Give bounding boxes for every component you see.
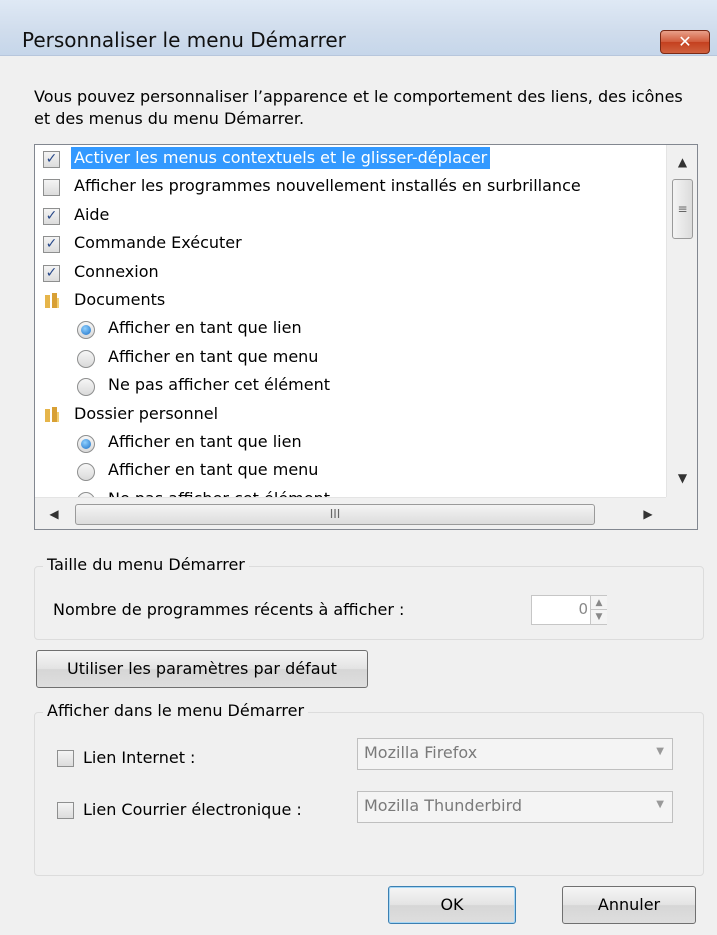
list-item-label: Documents [74,290,166,309]
horizontal-scrollbar[interactable]: ◀ III ▶ [35,497,666,529]
close-button[interactable]: ✕ [660,30,710,54]
folder-icon [45,293,59,308]
option-checkbox[interactable]: ✓ [43,236,60,254]
horizontal-scroll-thumb[interactable]: III [75,504,595,525]
spin-down-icon[interactable]: ▼ [590,610,607,624]
show-group-title: Afficher dans le menu Démarrer [43,701,309,721]
list-item[interactable]: Afficher en tant que lien [35,315,666,343]
show-in-start-group: Afficher dans le menu Démarrer Lien Inte… [34,701,704,876]
size-group-title: Taille du menu Démarrer [43,555,249,575]
close-icon: ✕ [678,32,692,51]
checkmark-icon: ✓ [45,264,58,281]
email-client-select[interactable]: Mozilla Thunderbird ▼ [357,791,673,823]
start-menu-options-list[interactable]: ✓ Activer les menus contextuels et le gli… [34,144,698,530]
option-radio[interactable] [77,463,95,482]
list-item[interactable]: Afficher en tant que lien [35,429,666,457]
option-checkbox[interactable]: ✓ [43,151,60,168]
list-item-label: Commande Exécuter [74,233,242,253]
vertical-scrollbar[interactable]: ▲ ≡ ▼ [666,145,697,497]
list-item-label: Afficher en tant que menu [108,460,319,480]
list-item-label: Afficher en tant que lien [108,318,302,338]
option-radio[interactable] [77,435,95,453]
list-item[interactable]: ✓ Activer les menus contextuels et le gli… [35,145,666,173]
dialog-title: Personnaliser le menu Démarrer [22,28,346,52]
recent-programs-label: Nombre de programmes récents à afficher … [53,600,405,619]
vertical-scroll-thumb[interactable]: ≡ [672,179,693,239]
option-radio[interactable] [77,321,95,340]
radio-dot-icon [81,325,91,336]
list-item[interactable]: ✓ Connexion [35,259,666,287]
cancel-button[interactable]: Annuler [562,886,696,924]
list-item[interactable]: Dossier personnel [35,401,666,429]
scroll-up-icon[interactable]: ▲ [667,149,698,175]
list-item[interactable]: Documents [35,287,666,315]
internet-browser-value: Mozilla Firefox [364,743,478,762]
scrollbar-corner [666,497,697,529]
list-item-label: Afficher les programmes nouvellement ins… [74,176,581,196]
internet-browser-select[interactable]: Mozilla Firefox ▼ [357,738,673,770]
email-client-value: Mozilla Thunderbird [364,796,523,815]
chevron-down-icon: ▼ [656,746,664,757]
list-item-label: Dossier personnel [74,403,219,423]
checkmark-icon: ✓ [45,207,58,224]
use-defaults-button[interactable]: Utiliser les paramètres par défaut [36,650,368,688]
option-checkbox[interactable]: ✓ [43,207,60,225]
email-link-label: Lien Courrier électronique : [83,800,302,819]
scroll-left-icon[interactable]: ◀ [41,498,67,530]
list-item-label: Connexion [74,261,159,281]
title-bar[interactable]: Personnaliser le menu Démarrer ✕ [0,0,717,56]
list-item[interactable]: Ne pas afficher cet élément [35,486,666,497]
list-item-label: Afficher en tant que lien [108,432,302,451]
list-item[interactable]: Afficher en tant que menu [35,457,666,485]
option-radio[interactable] [77,349,95,368]
option-radio[interactable] [77,378,95,397]
dialog-client: Vous pouvez personnaliser l’apparence et… [8,56,709,935]
list-item[interactable]: Afficher en tant que menu [35,344,666,372]
spin-up-icon[interactable]: ▲ [590,596,607,610]
list-item-label: Ne pas afficher cet élément [108,375,330,395]
list-item-label: Activer les menus contextuels et le glis… [71,147,491,169]
list-item-label: Afficher en tant que menu [108,346,319,366]
scroll-down-icon[interactable]: ▼ [667,465,698,491]
recent-programs-value[interactable]: 0 [536,600,588,618]
scroll-right-icon[interactable]: ▶ [635,498,661,530]
list-item[interactable]: ✓ Aide [35,202,666,230]
internet-link-checkbox[interactable] [57,750,74,767]
options-list-viewport: ✓ Activer les menus contextuels et le gli… [35,145,666,497]
internet-link-label: Lien Internet : [83,748,196,767]
list-item-label: Ne pas afficher cet élément [105,488,333,497]
checkmark-icon: ✓ [45,151,58,167]
dialog-window: Personnaliser le menu Démarrer ✕ Vous po… [0,0,717,935]
ok-button[interactable]: OK [388,886,516,924]
list-item[interactable]: Ne pas afficher cet élément [35,372,666,400]
description-text: Vous pouvez personnaliser l’apparence et… [34,87,683,128]
size-group: Taille du menu Démarrer Nombre de progra… [34,555,704,640]
option-checkbox[interactable]: ✓ [43,264,60,282]
list-item-label: Aide [74,204,110,224]
recent-programs-spinner[interactable]: 0 ▲ ▼ [531,595,607,625]
list-item[interactable]: Afficher les programmes nouvellement ins… [35,173,666,201]
list-item[interactable]: ✓ Commande Exécuter [35,230,666,258]
chevron-down-icon: ▼ [656,799,664,810]
option-checkbox[interactable] [43,179,60,197]
folder-icon [45,406,59,422]
email-link-checkbox[interactable] [57,802,74,819]
checkmark-icon: ✓ [45,236,58,253]
radio-dot-icon [81,439,91,449]
